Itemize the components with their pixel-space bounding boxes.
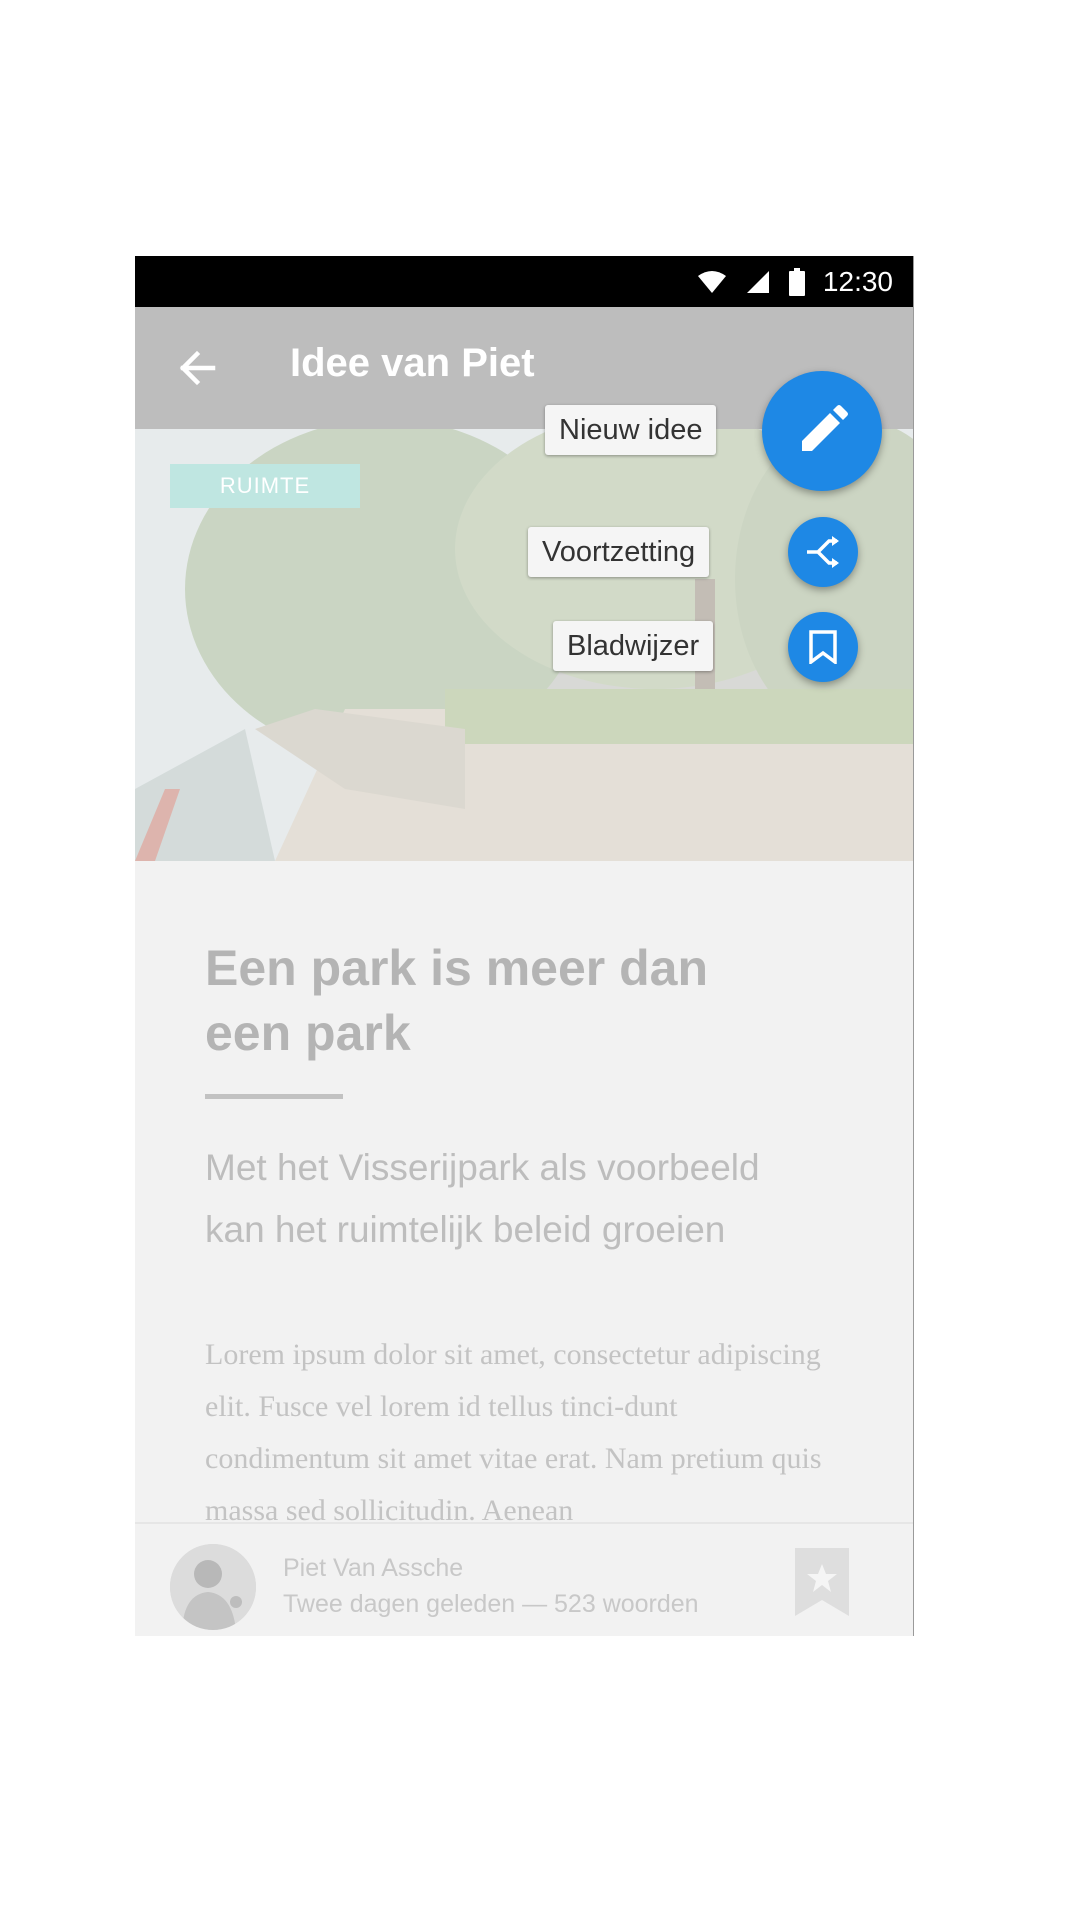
article-meta: Twee dagen geleden — 523 woorden xyxy=(283,1590,699,1618)
continuation-fab[interactable] xyxy=(788,517,858,587)
wifi-icon xyxy=(697,270,726,293)
category-tag[interactable]: RUIMTE xyxy=(170,464,360,508)
author-footer: Piet Van Assche Twee dagen geleden — 523… xyxy=(135,1522,913,1636)
bookmark-icon xyxy=(809,630,837,664)
avatar[interactable] xyxy=(170,1544,256,1630)
new-idea-fab[interactable] xyxy=(762,371,882,491)
article-headline: Een park is meer dan een park xyxy=(205,940,709,1061)
article-subtitle: Met het Visserijpark als voorbeeld kan h… xyxy=(205,1147,760,1250)
fab-label-continuation[interactable]: Voortzetting xyxy=(528,527,710,577)
author-name[interactable]: Piet Van Assche xyxy=(283,1554,463,1583)
fab-label-bookmark[interactable]: Bladwijzer xyxy=(553,621,714,671)
arrow-back-icon[interactable] xyxy=(173,343,223,393)
app-bar-title: Idee van Piet xyxy=(290,341,535,385)
article-content: Een park is meer dan een park Met het Vi… xyxy=(205,936,845,1537)
headline-divider xyxy=(205,1094,343,1099)
status-time: 12:30 xyxy=(822,265,893,297)
fab-label-new-idea[interactable]: Nieuw idee xyxy=(545,405,717,455)
bookmark-fab[interactable] xyxy=(788,612,858,682)
status-bar: 12:30 xyxy=(135,256,913,307)
star-bookmark-icon[interactable] xyxy=(795,1548,849,1616)
article-body: Lorem ipsum dolor sit amet, consectetur … xyxy=(205,1338,822,1527)
signal-icon xyxy=(746,270,769,293)
battery-icon xyxy=(788,267,805,296)
shuffle-icon xyxy=(807,536,839,568)
pencil-icon xyxy=(802,405,848,451)
